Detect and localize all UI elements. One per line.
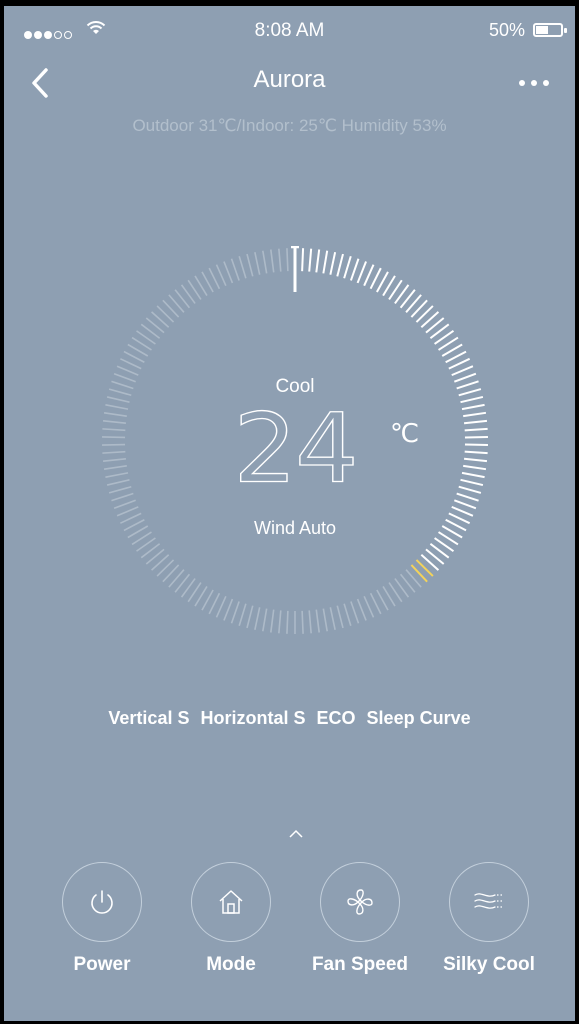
dial-tick bbox=[451, 505, 474, 517]
status-bar: 8:08 AM 50% bbox=[4, 6, 575, 50]
dial-tick bbox=[238, 603, 247, 626]
dial-tick bbox=[343, 603, 352, 626]
dial-tick bbox=[254, 607, 261, 630]
temperature-unit: ℃ bbox=[390, 418, 420, 448]
dial-tick bbox=[270, 249, 275, 273]
dial-tick bbox=[349, 258, 360, 281]
more-dot bbox=[531, 80, 537, 86]
dial-tick bbox=[208, 592, 221, 615]
fan-speed-circle bbox=[320, 862, 400, 942]
dial-tick bbox=[278, 248, 282, 272]
dial-tick bbox=[322, 608, 328, 632]
dial-tick bbox=[363, 264, 375, 287]
dial-tick bbox=[343, 255, 352, 279]
airflow-icon bbox=[474, 893, 504, 909]
fan-speed-label: Fan Speed bbox=[311, 954, 409, 975]
dial-tick bbox=[336, 253, 344, 277]
power-icon bbox=[91, 890, 113, 914]
dial-tick bbox=[246, 253, 254, 277]
dial-tick bbox=[262, 608, 268, 632]
dial-tick bbox=[120, 358, 142, 370]
mode-circle bbox=[191, 862, 271, 942]
dial-tick bbox=[262, 250, 268, 274]
battery-icon bbox=[533, 23, 567, 37]
dial-tick bbox=[356, 261, 367, 284]
function-horizontal-swing[interactable]: Horizontal S bbox=[200, 708, 305, 728]
page-title: Aurora bbox=[253, 66, 326, 93]
function-vertical-swing[interactable]: Vertical S bbox=[108, 708, 189, 728]
dial-tick bbox=[329, 252, 337, 275]
more-dots-icon[interactable] bbox=[519, 80, 549, 86]
dial-tick bbox=[451, 365, 474, 377]
dial-tick bbox=[315, 609, 320, 633]
dial-tick bbox=[301, 610, 304, 634]
dial-tick bbox=[230, 601, 240, 624]
fan-speed-button[interactable]: Fan Speed bbox=[300, 862, 420, 976]
climate-info: Outdoor 31℃/Indoor: 25℃ Humidity 53% bbox=[132, 116, 447, 135]
dial-tick bbox=[208, 267, 221, 290]
silky-cool-button[interactable]: Silky Cool bbox=[429, 862, 549, 976]
mode-button[interactable]: Mode bbox=[171, 862, 291, 976]
temperature-dial[interactable]: Cool 24 ℃ Wind Auto bbox=[100, 246, 490, 636]
wind-label: Wind Auto bbox=[253, 518, 337, 538]
power-label: Power bbox=[73, 954, 131, 975]
dial-tick bbox=[308, 248, 313, 272]
dial-tick bbox=[350, 601, 360, 624]
battery-percentage: 50% bbox=[488, 20, 525, 40]
app-screen: 8:08 AM 50% Aurora Outdoor 31℃/Indoor: 2… bbox=[4, 6, 575, 1021]
fan-icon bbox=[347, 889, 373, 915]
dial-tick bbox=[278, 610, 282, 634]
temperature-number: 24 bbox=[233, 392, 360, 505]
power-button[interactable]: Power bbox=[42, 862, 162, 976]
dial-tick bbox=[301, 248, 305, 272]
dial-tick bbox=[223, 598, 234, 621]
dial-tick bbox=[116, 365, 139, 376]
battery-fill bbox=[536, 26, 548, 34]
dial-tick bbox=[336, 605, 344, 629]
dial-tick bbox=[238, 256, 247, 279]
dial-tick bbox=[322, 250, 329, 274]
dial-tick bbox=[356, 598, 367, 621]
function-eco[interactable]: ECO bbox=[317, 708, 356, 728]
dial-tick bbox=[315, 249, 321, 273]
dial-tick bbox=[286, 610, 289, 634]
dial-tick bbox=[448, 357, 471, 370]
dial-tick bbox=[254, 252, 261, 275]
dial-tick bbox=[116, 506, 139, 517]
silky-cool-circle bbox=[449, 862, 529, 942]
mode-label-text: Mode bbox=[206, 954, 256, 975]
dial-tick bbox=[270, 609, 275, 633]
chevron-up-icon[interactable] bbox=[285, 826, 307, 842]
dial-tick bbox=[246, 605, 254, 629]
function-list: Vertical S Horizontal S ECO Sleep Curve bbox=[4, 708, 575, 729]
dial-tick bbox=[363, 595, 375, 618]
dial-tick bbox=[286, 248, 289, 272]
dial-tick bbox=[215, 264, 227, 287]
dial-tick bbox=[215, 595, 227, 618]
dial-tick bbox=[223, 261, 234, 284]
dial-tick bbox=[308, 610, 312, 634]
more-dot bbox=[519, 80, 525, 86]
dial-tick bbox=[329, 607, 336, 630]
dial-tick bbox=[369, 592, 382, 615]
home-icon bbox=[219, 890, 243, 914]
power-circle bbox=[62, 862, 142, 942]
temperature-value: 24 bbox=[100, 394, 490, 504]
battery-nub bbox=[564, 28, 567, 33]
dial-tick bbox=[123, 350, 145, 363]
dial-tick bbox=[230, 258, 240, 281]
function-sleep-curve[interactable]: Sleep Curve bbox=[367, 708, 471, 728]
silky-cool-label: Silky Cool bbox=[443, 954, 535, 975]
more-dot bbox=[543, 80, 549, 86]
